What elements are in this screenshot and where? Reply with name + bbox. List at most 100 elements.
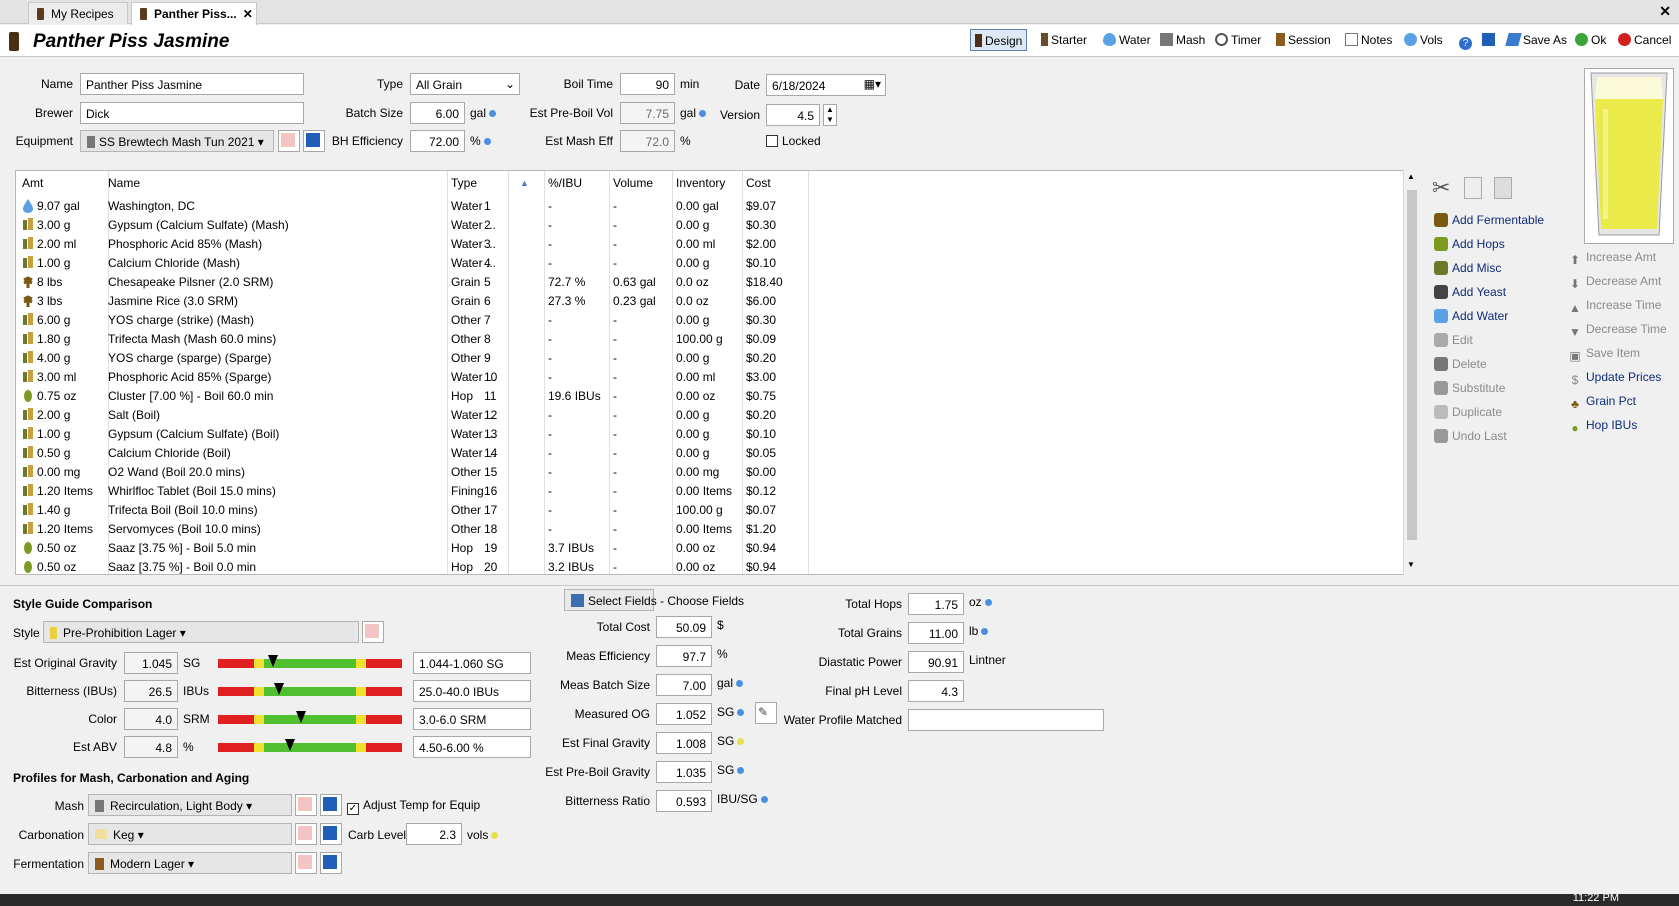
- close-tab-icon[interactable]: ✕: [243, 7, 253, 21]
- bh-efficiency-input[interactable]: 72.00: [410, 130, 465, 152]
- table-row[interactable]: 1.00 g Gypsum (Calcium Sulfate) (Boil) Wat…: [16, 424, 1406, 443]
- action-add-water[interactable]: Add Water: [1434, 309, 1508, 323]
- diastatic-power-value[interactable]: 90.91: [908, 651, 964, 673]
- total-hops-value[interactable]: 1.75: [908, 593, 964, 615]
- action-decrease-time[interactable]: ▼ Decrease Time: [1568, 322, 1667, 339]
- meas-batch-size-value[interactable]: 7.00: [656, 674, 712, 696]
- column-header-name[interactable]: Name: [108, 176, 140, 190]
- table-row[interactable]: 1.80 g Trifecta Mash (Mash 60.0 mins) Othe…: [16, 329, 1406, 348]
- table-row[interactable]: 1.40 g Trifecta Boil (Boil 10.0 mins) Othe…: [16, 500, 1406, 519]
- action-save-item[interactable]: ▣ Save Item: [1568, 346, 1640, 363]
- type-select[interactable]: All Grain ⌄: [410, 73, 520, 95]
- table-row[interactable]: 8 lbs Chesapeake Pilsner (2.0 SRM) Grain 5 7…: [16, 272, 1406, 291]
- table-row[interactable]: 0.50 oz Saaz [3.75 %] - Boil 0.0 min Hop 20…: [16, 557, 1406, 574]
- chevron-down-icon[interactable]: ▼: [826, 115, 834, 124]
- ok-button[interactable]: Ok: [1571, 29, 1610, 51]
- paste-icon[interactable]: [1494, 177, 1512, 199]
- boil-time-input[interactable]: 90: [620, 73, 675, 95]
- mash-profile-select[interactable]: Recirculation, Light Body ▾: [88, 794, 292, 816]
- checkbox-checked-icon[interactable]: ✓: [347, 803, 359, 815]
- action-hop-ibus[interactable]: ● Hop IBUs: [1568, 418, 1637, 435]
- action-increase-time[interactable]: ▲ Increase Time: [1568, 298, 1661, 315]
- notes-button[interactable]: Notes: [1341, 29, 1396, 51]
- carbonation-save-button[interactable]: [320, 823, 342, 845]
- calendar-icon[interactable]: ▦▾: [864, 77, 881, 91]
- help-button[interactable]: ?: [1455, 29, 1479, 51]
- cancel-button[interactable]: Cancel: [1614, 29, 1675, 51]
- table-row[interactable]: 4.00 g YOS charge (sparge) (Sparge) Other 9…: [16, 348, 1406, 367]
- starter-button[interactable]: Starter: [1037, 29, 1091, 51]
- action-duplicate[interactable]: Duplicate: [1434, 405, 1502, 419]
- select-fields-button[interactable]: Select Fields: [564, 589, 657, 611]
- total-cost-value[interactable]: 50.09: [656, 616, 712, 638]
- mash-edit-button[interactable]: [295, 794, 317, 816]
- equipment-edit-button[interactable]: [278, 130, 300, 152]
- total-grains-value[interactable]: 11.00: [908, 622, 964, 644]
- mash-save-button[interactable]: [320, 794, 342, 816]
- action-edit[interactable]: Edit: [1434, 333, 1473, 347]
- mash-button[interactable]: Mash: [1156, 29, 1209, 51]
- chevron-up-icon[interactable]: ▲: [826, 105, 834, 114]
- style-select[interactable]: Pre-Prohibition Lager ▾: [43, 621, 359, 643]
- action-decrease-amt[interactable]: ⬇ Decrease Amt: [1568, 274, 1661, 291]
- est-pre-boil-gravity-value[interactable]: 1.035: [656, 761, 712, 783]
- action-increase-amt[interactable]: ⬆ Increase Amt: [1568, 250, 1656, 267]
- table-row[interactable]: 9.07 gal Washington, DC Water 1- -0.00 gal $9…: [16, 196, 1406, 215]
- column-header-volume[interactable]: Volume: [613, 176, 653, 190]
- vols-button[interactable]: Vols: [1400, 29, 1447, 51]
- table-row[interactable]: 0.00 mg O2 Wand (Boil 20.0 mins) Other 15- -…: [16, 462, 1406, 481]
- table-row[interactable]: 3.00 ml Phosphoric Acid 85% (Sparge) Water…: [16, 367, 1406, 386]
- column-header-type[interactable]: Type: [451, 176, 477, 190]
- scroll-up-icon[interactable]: ▲: [1407, 172, 1415, 181]
- table-row[interactable]: 1.20 Items Whirlfloc Tablet (Boil 15.0 mi…: [16, 481, 1406, 500]
- table-row[interactable]: 2.00 g Salt (Boil) Water ... 12- -0.00 g $0.2…: [16, 405, 1406, 424]
- table-row[interactable]: 1.20 Items Servomyces (Boil 10.0 mins) Oth…: [16, 519, 1406, 538]
- action-undo-last[interactable]: Undo Last: [1434, 429, 1507, 443]
- batch-size-input[interactable]: 6.00: [410, 102, 465, 124]
- fermentation-select[interactable]: Modern Lager ▾: [88, 852, 292, 874]
- table-row[interactable]: 0.75 oz Cluster [7.00 %] - Boil 60.0 min H…: [16, 386, 1406, 405]
- checkbox-icon[interactable]: [766, 135, 778, 147]
- table-row[interactable]: 3.00 g Gypsum (Calcium Sulfate) (Mash) Wat…: [16, 215, 1406, 234]
- design-button[interactable]: Design: [970, 29, 1028, 51]
- sort-asc-icon[interactable]: ▲: [520, 178, 529, 188]
- table-row[interactable]: 0.50 g Calcium Chloride (Boil) Water ... 14…: [16, 443, 1406, 462]
- table-row[interactable]: 3 lbs Jasmine Rice (3.0 SRM) Grain 6 27.3 % 0…: [16, 291, 1406, 310]
- tab-my-recipes[interactable]: My Recipes: [28, 2, 128, 24]
- equipment-select[interactable]: SS Brewtech Mash Tun 2021 ▾: [80, 130, 274, 152]
- table-row[interactable]: 0.50 oz Saaz [3.75 %] - Boil 5.0 min Hop 19…: [16, 538, 1406, 557]
- adjust-temp-checkbox[interactable]: ✓ Adjust Temp for Equip: [347, 798, 480, 815]
- water-profile-matched-value[interactable]: [908, 709, 1104, 731]
- column-header-cost[interactable]: Cost: [746, 176, 771, 190]
- close-window-icon[interactable]: ✕: [1659, 3, 1671, 20]
- carbonation-select[interactable]: Keg ▾: [88, 823, 292, 845]
- action-update-prices[interactable]: $ Update Prices: [1568, 370, 1662, 387]
- save-button[interactable]: [1478, 29, 1502, 51]
- action-add-misc[interactable]: Add Misc: [1434, 261, 1501, 275]
- version-stepper[interactable]: ▲ ▼: [823, 104, 837, 126]
- locked-checkbox[interactable]: Locked: [766, 134, 821, 148]
- table-row[interactable]: 2.00 ml Phosphoric Acid 85% (Mash) Water .…: [16, 234, 1406, 253]
- carbonation-edit-button[interactable]: [295, 823, 317, 845]
- save-as-button[interactable]: Save As: [1503, 29, 1571, 51]
- bitterness-ratio-value[interactable]: 0.593: [656, 790, 712, 812]
- measured-og-value[interactable]: 1.052: [656, 703, 712, 725]
- action-add-hops[interactable]: Add Hops: [1434, 237, 1505, 251]
- water-button[interactable]: Water: [1099, 29, 1155, 51]
- table-row[interactable]: 1.00 g Calcium Chloride (Mash) Water ... 4-…: [16, 253, 1406, 272]
- action-delete[interactable]: Delete: [1434, 357, 1487, 371]
- session-button[interactable]: Session: [1272, 29, 1335, 51]
- table-row[interactable]: 6.00 g YOS charge (strike) (Mash) Other 7- -…: [16, 310, 1406, 329]
- scroll-down-icon[interactable]: ▼: [1407, 560, 1415, 569]
- copy-icon[interactable]: [1464, 177, 1482, 199]
- cut-icon[interactable]: ✂: [1432, 175, 1450, 201]
- final-ph-level-value[interactable]: 4.3: [908, 680, 964, 702]
- brewer-input[interactable]: Dick: [80, 102, 304, 124]
- table-scrollbar[interactable]: ▲ ▼: [1403, 170, 1419, 575]
- tab-panther-piss[interactable]: Panther Piss... ✕: [131, 2, 257, 25]
- column-header-inventory[interactable]: Inventory: [676, 176, 725, 190]
- fermentation-edit-button[interactable]: [295, 852, 317, 874]
- style-edit-button[interactable]: [362, 621, 384, 643]
- scrollbar-thumb[interactable]: [1407, 190, 1417, 540]
- name-input[interactable]: Panther Piss Jasmine: [80, 73, 304, 95]
